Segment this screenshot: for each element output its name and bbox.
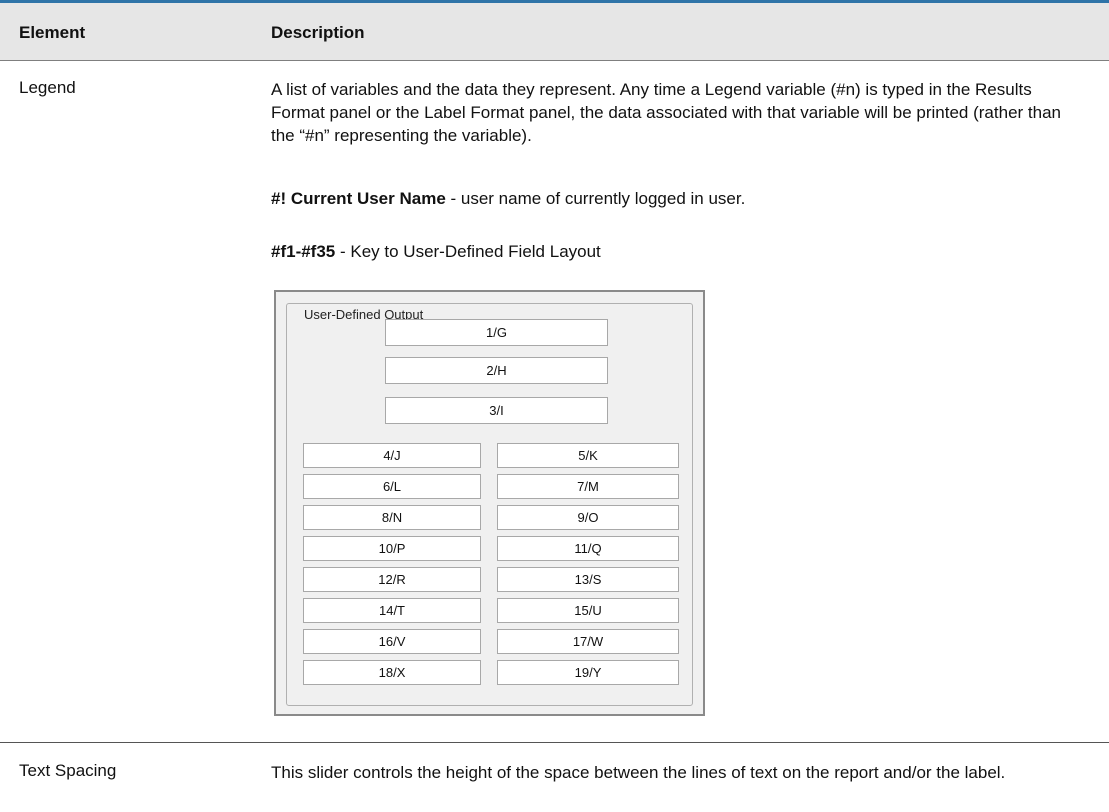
field-6-L[interactable]: 6/L (303, 474, 481, 499)
column-header-description: Description (271, 23, 365, 42)
table-header-row: Element Description (0, 3, 1109, 61)
column-header-element: Element (19, 23, 86, 42)
field-15-U[interactable]: 15/U (497, 598, 679, 623)
field-16-V[interactable]: 16/V (303, 629, 481, 654)
field-14-T[interactable]: 14/T (303, 598, 481, 623)
text-spacing-label: Text Spacing (19, 761, 117, 780)
field-9-O[interactable]: 9/O (497, 505, 679, 530)
field-19-Y[interactable]: 19/Y (497, 660, 679, 685)
field-7-M[interactable]: 7/M (497, 474, 679, 499)
field-4-J[interactable]: 4/J (303, 443, 481, 468)
field-5-K[interactable]: 5/K (497, 443, 679, 468)
row-divider (0, 742, 1109, 743)
legend-item-fields-code: #f1-#f35 (271, 242, 336, 261)
field-2-H[interactable]: 2/H (385, 357, 608, 384)
text-spacing-description: This slider controls the height of the s… (271, 763, 1006, 782)
field-3-I[interactable]: 3/I (385, 397, 608, 424)
legend-label: Legend (19, 78, 76, 97)
field-10-P[interactable]: 10/P (303, 536, 481, 561)
field-11-Q[interactable]: 11/Q (497, 536, 679, 561)
legend-item-fields-text: - Key to User-Defined Field Layout (335, 242, 601, 261)
field-1-G[interactable]: 1/G (385, 319, 608, 346)
legend-item-current-user-code: #! Current User Name (271, 189, 446, 208)
field-12-R[interactable]: 12/R (303, 567, 481, 592)
legend-description: A list of variables and the data they re… (271, 80, 1061, 145)
legend-item-current-user-text: - user name of currently logged in user. (445, 189, 746, 208)
field-8-N[interactable]: 8/N (303, 505, 481, 530)
field-17-W[interactable]: 17/W (497, 629, 679, 654)
field-13-S[interactable]: 13/S (497, 567, 679, 592)
legend-item-fields: #f1-#f35 - Key to User-Defined Field Lay… (271, 240, 1087, 263)
field-18-X[interactable]: 18/X (303, 660, 481, 685)
legend-item-current-user: #! Current User Name - user name of curr… (271, 187, 1087, 210)
